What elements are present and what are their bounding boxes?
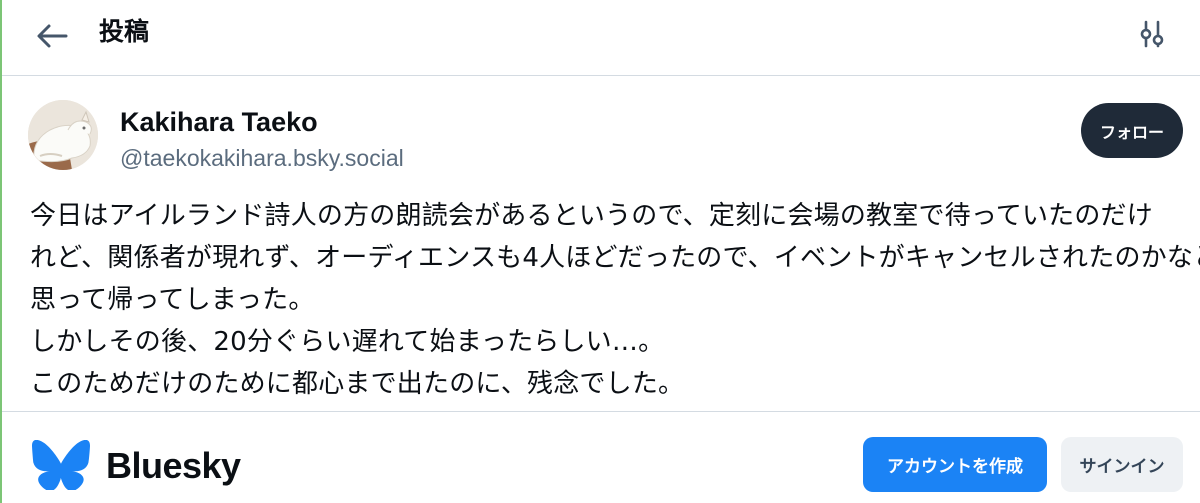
page-title: 投稿	[99, 17, 150, 46]
post-text-line: 思って帰ってしまった。	[30, 285, 315, 315]
post-text: 今日はアイルランド詩人の方の朗読会があるというので、定刻に会場の教室で待っていた…	[30, 195, 1200, 405]
avatar[interactable]	[28, 100, 98, 170]
post-text-line: しかしその後、20分ぐらい遅れて始まったらしい…。	[30, 327, 665, 357]
butterfly-logo-icon	[32, 440, 90, 490]
back-button[interactable]	[30, 14, 74, 58]
app-frame: 投稿 Kakihara Taeko @taekokakihara.bsky.so…	[0, 0, 1200, 503]
post-text-line: れど、関係者が現れず、オーディエンスも4人ほどだったので、イベントがキャンセルさ…	[30, 243, 1200, 273]
header: 投稿	[2, 0, 1200, 76]
brand-name: Bluesky	[106, 445, 241, 486]
feed-settings-button[interactable]	[1130, 12, 1174, 56]
post-text-line: 今日はアイルランド詩人の方の朗読会があるというので、定刻に会場の教室で待っていた…	[30, 201, 1153, 231]
cat-photo-avatar	[28, 100, 98, 170]
author-display-name[interactable]: Kakihara Taeko	[120, 104, 318, 140]
author-handle[interactable]: @taekokakihara.bsky.social	[120, 142, 404, 174]
arrow-left-icon	[37, 24, 68, 48]
sliders-icon	[1140, 20, 1164, 48]
follow-button[interactable]: フォロー	[1081, 103, 1183, 158]
sign-in-button[interactable]: サインイン	[1061, 437, 1183, 492]
divider	[2, 411, 1200, 412]
post-text-line: このためだけのために都心まで出たのに、残念でした。	[30, 369, 685, 399]
create-account-button[interactable]: アカウントを作成	[863, 437, 1047, 492]
